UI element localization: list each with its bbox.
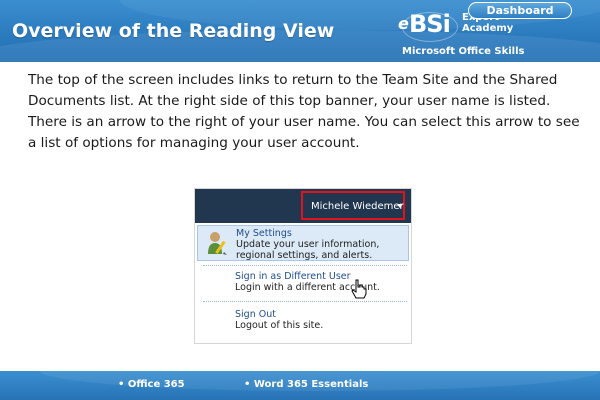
menu-item-sign-in-different[interactable]: Sign in as Different User Login with a d… xyxy=(197,269,409,299)
menu-item-title: Sign Out xyxy=(235,309,276,320)
body-paragraph: The top of the screen includes links to … xyxy=(28,72,580,151)
menu-item-desc: Logout of this site. xyxy=(235,320,324,331)
dashboard-button[interactable]: Dashboard xyxy=(468,2,572,19)
user-name-link[interactable]: Michele Wiedemer xyxy=(311,201,404,212)
footer-breadcrumb-office[interactable]: • Office 365 xyxy=(118,379,185,390)
menu-divider xyxy=(203,301,407,302)
menu-divider xyxy=(203,265,407,266)
page-title: Overview of the Reading View xyxy=(12,20,335,42)
dropdown-arrow-icon[interactable] xyxy=(397,204,403,208)
menu-item-desc: regional settings, and alerts. xyxy=(236,250,373,261)
person-settings-icon xyxy=(208,232,227,255)
menu-item-desc: Update your user information, xyxy=(236,239,380,250)
logo-subtitle: Microsoft Office Skills xyxy=(402,46,525,57)
footer-bar: • Office 365 • Word 365 Essentials xyxy=(0,371,600,400)
logo-bsi: BSi xyxy=(409,10,451,38)
logo-e: e xyxy=(398,14,409,33)
menu-item-sign-out[interactable]: Sign Out Logout of this site. xyxy=(197,307,409,337)
footer-breadcrumb-course[interactable]: • Word 365 Essentials xyxy=(244,379,368,390)
user-menu: My Settings Update your user information… xyxy=(195,223,411,343)
menu-item-title: My Settings xyxy=(236,228,292,239)
header-banner: Overview of the Reading View e BSi Expor… xyxy=(0,0,600,62)
menu-item-my-settings[interactable]: My Settings Update your user information… xyxy=(197,225,409,261)
user-menu-screenshot: Michele Wiedemer My Settings Update your… xyxy=(194,188,412,344)
hand-cursor-icon xyxy=(351,279,367,299)
